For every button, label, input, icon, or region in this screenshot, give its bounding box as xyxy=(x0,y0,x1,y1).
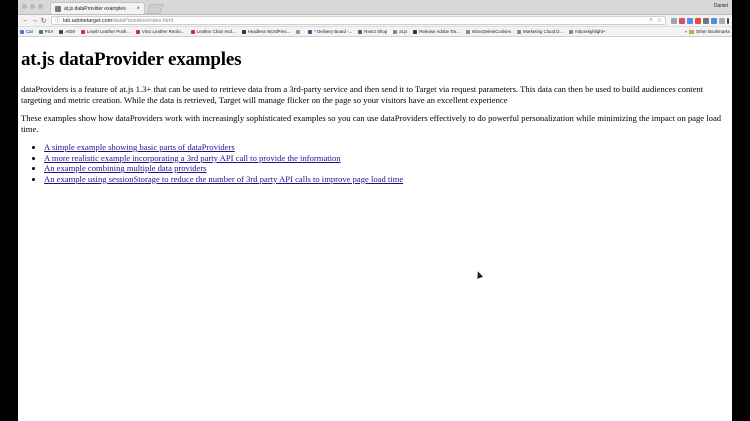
folder-icon xyxy=(688,29,694,34)
browser-toolbar: ← → ↻ ⓘ lab.adobetarget.com /dataProvide… xyxy=(18,15,732,27)
extension-icon[interactable] xyxy=(711,17,717,24)
profile-name[interactable]: Daniel xyxy=(714,3,728,9)
bookmark-label: React Shop xyxy=(364,29,388,34)
list-item: An example using sessionStorage to reduc… xyxy=(44,174,727,185)
bookmark-favicon-icon xyxy=(569,29,574,34)
bookmark-label: Headless WordPres... xyxy=(247,29,291,34)
bookmark-item[interactable]: Leather Chair And... xyxy=(190,29,236,34)
extension-icon[interactable] xyxy=(719,17,725,24)
bookmark-favicon-icon xyxy=(465,29,470,34)
bookmark-label: PSA xyxy=(44,29,54,34)
address-bar[interactable]: ⓘ lab.adobetarget.com /dataProviders/ind… xyxy=(51,16,666,25)
list-item: A more realistic example incorporating a… xyxy=(44,153,727,164)
page-content: at.js dataProvider examples dataProvider… xyxy=(18,37,732,184)
bookmark-label: AEM xyxy=(65,29,75,34)
bookmark-item[interactable]: Marketing Cloud D... xyxy=(517,29,563,34)
bookmark-item[interactable]: mboxDeleteCookies xyxy=(465,29,512,34)
bookmark-item[interactable]: Cal xyxy=(20,29,33,34)
description-paragraph: These examples show how dataProviders wo… xyxy=(21,113,722,134)
tab-close-icon[interactable]: × xyxy=(136,6,140,12)
extension-icon[interactable] xyxy=(679,17,685,24)
title-bar: at.js dataProvider examples × Daniel xyxy=(18,0,732,15)
browser-window: at.js dataProvider examples × Daniel ← →… xyxy=(18,0,732,421)
bookmark-favicon-icon xyxy=(80,29,85,34)
bookmark-item[interactable]: Leash Leather Push... xyxy=(80,29,130,34)
bookmark-favicon-icon xyxy=(308,29,313,34)
menu-dots-icon[interactable] xyxy=(727,17,729,24)
bookmark-favicon-icon xyxy=(20,29,24,34)
bookmark-favicon-icon xyxy=(413,29,418,34)
url-path: /dataProviders/index.html xyxy=(112,17,173,24)
extension-icons xyxy=(671,17,729,24)
forward-arrow-icon[interactable]: → xyxy=(30,17,39,24)
bookmark-label: Vinci Leather Reclin... xyxy=(141,29,185,34)
bookmark-item[interactable]: Vinci Leather Reclin... xyxy=(135,29,185,34)
bookmark-item[interactable]: * Delivery Board -... xyxy=(308,29,352,34)
intro-paragraph: dataProviders is a feature of at.js 1.3+… xyxy=(21,84,704,105)
maximize-window-icon[interactable] xyxy=(38,4,43,9)
bookmark-label: Cal xyxy=(26,29,33,34)
window-controls xyxy=(22,4,43,9)
bookmark-label: Release Adobe Tar... xyxy=(419,29,460,34)
mouse-cursor-icon xyxy=(474,270,484,279)
example-link-simple[interactable]: A simple example showing basic parts of … xyxy=(44,142,235,152)
bookmark-item[interactable]: React Shop xyxy=(358,29,387,34)
extension-icon[interactable] xyxy=(695,17,701,24)
bookmarks-bar: Cal PSA AEM Leash Leather Push... Vinci Leat… xyxy=(18,27,732,37)
examples-list: A simple example showing basic parts of … xyxy=(21,142,727,184)
bookmark-item[interactable]: mboxHighlight+ xyxy=(569,29,605,34)
bookmark-label: Marketing Cloud D... xyxy=(523,29,564,34)
search-icon[interactable]: ⌕ xyxy=(649,17,652,24)
bookmark-item[interactable]: AEM xyxy=(59,29,75,34)
bookmark-favicon-icon xyxy=(59,29,64,34)
example-link-session-storage[interactable]: An example using sessionStorage to reduc… xyxy=(44,174,403,184)
other-bookmarks[interactable]: » Other Bookmarks xyxy=(684,29,730,34)
extension-icon[interactable] xyxy=(703,17,709,24)
bookmark-favicon-icon xyxy=(190,29,195,34)
bookmark-item[interactable]: at.js xyxy=(393,29,407,34)
bookmark-favicon-icon xyxy=(393,29,398,34)
bookmark-item[interactable] xyxy=(296,29,302,34)
extension-icon[interactable] xyxy=(687,17,693,24)
bookmark-favicon-icon xyxy=(241,29,246,34)
bookmark-favicon-icon xyxy=(296,29,301,34)
minimize-window-icon[interactable] xyxy=(30,4,35,9)
bookmark-label: mboxHighlight+ xyxy=(575,29,606,34)
list-item: An example combining multiple data provi… xyxy=(44,163,727,174)
bookmark-star-icon[interactable]: ☆ xyxy=(657,17,662,24)
bookmark-label: Leather Chair And... xyxy=(196,29,236,34)
url-host: lab.adobetarget.com xyxy=(63,17,113,24)
list-item: A simple example showing basic parts of … xyxy=(44,142,727,153)
new-tab-button[interactable] xyxy=(146,4,164,14)
browser-tab[interactable]: at.js dataProvider examples × xyxy=(50,2,145,14)
example-link-multiple[interactable]: An example combining multiple data provi… xyxy=(44,163,207,173)
bookmark-label: at.js xyxy=(399,29,408,34)
bookmark-item[interactable]: PSA xyxy=(38,29,54,34)
bookmark-label: Leash Leather Push... xyxy=(86,29,130,34)
bookmark-label: mboxDeleteCookies xyxy=(471,29,512,34)
close-window-icon[interactable] xyxy=(22,4,27,9)
other-bookmarks-label: Other Bookmarks xyxy=(695,29,730,34)
tab-title: at.js dataProvider examples xyxy=(64,5,126,12)
bookmark-item[interactable]: Release Adobe Tar... xyxy=(413,29,460,34)
back-arrow-icon[interactable]: ← xyxy=(21,17,30,24)
site-info-icon[interactable]: ⓘ xyxy=(55,17,60,24)
extension-icon[interactable] xyxy=(671,17,677,24)
reload-icon[interactable]: ↻ xyxy=(39,17,48,25)
page-title: at.js dataProvider examples xyxy=(21,49,242,70)
bookmark-favicon-icon xyxy=(358,29,363,34)
example-link-realistic[interactable]: A more realistic example incorporating a… xyxy=(44,153,341,163)
bookmark-favicon-icon xyxy=(38,29,43,34)
bookmark-label: * Delivery Board -... xyxy=(314,29,353,34)
bookmark-favicon-icon xyxy=(517,29,522,34)
bookmark-favicon-icon xyxy=(135,29,140,34)
page-favicon-icon xyxy=(55,5,61,12)
bookmark-item[interactable]: Headless WordPres... xyxy=(241,29,291,34)
